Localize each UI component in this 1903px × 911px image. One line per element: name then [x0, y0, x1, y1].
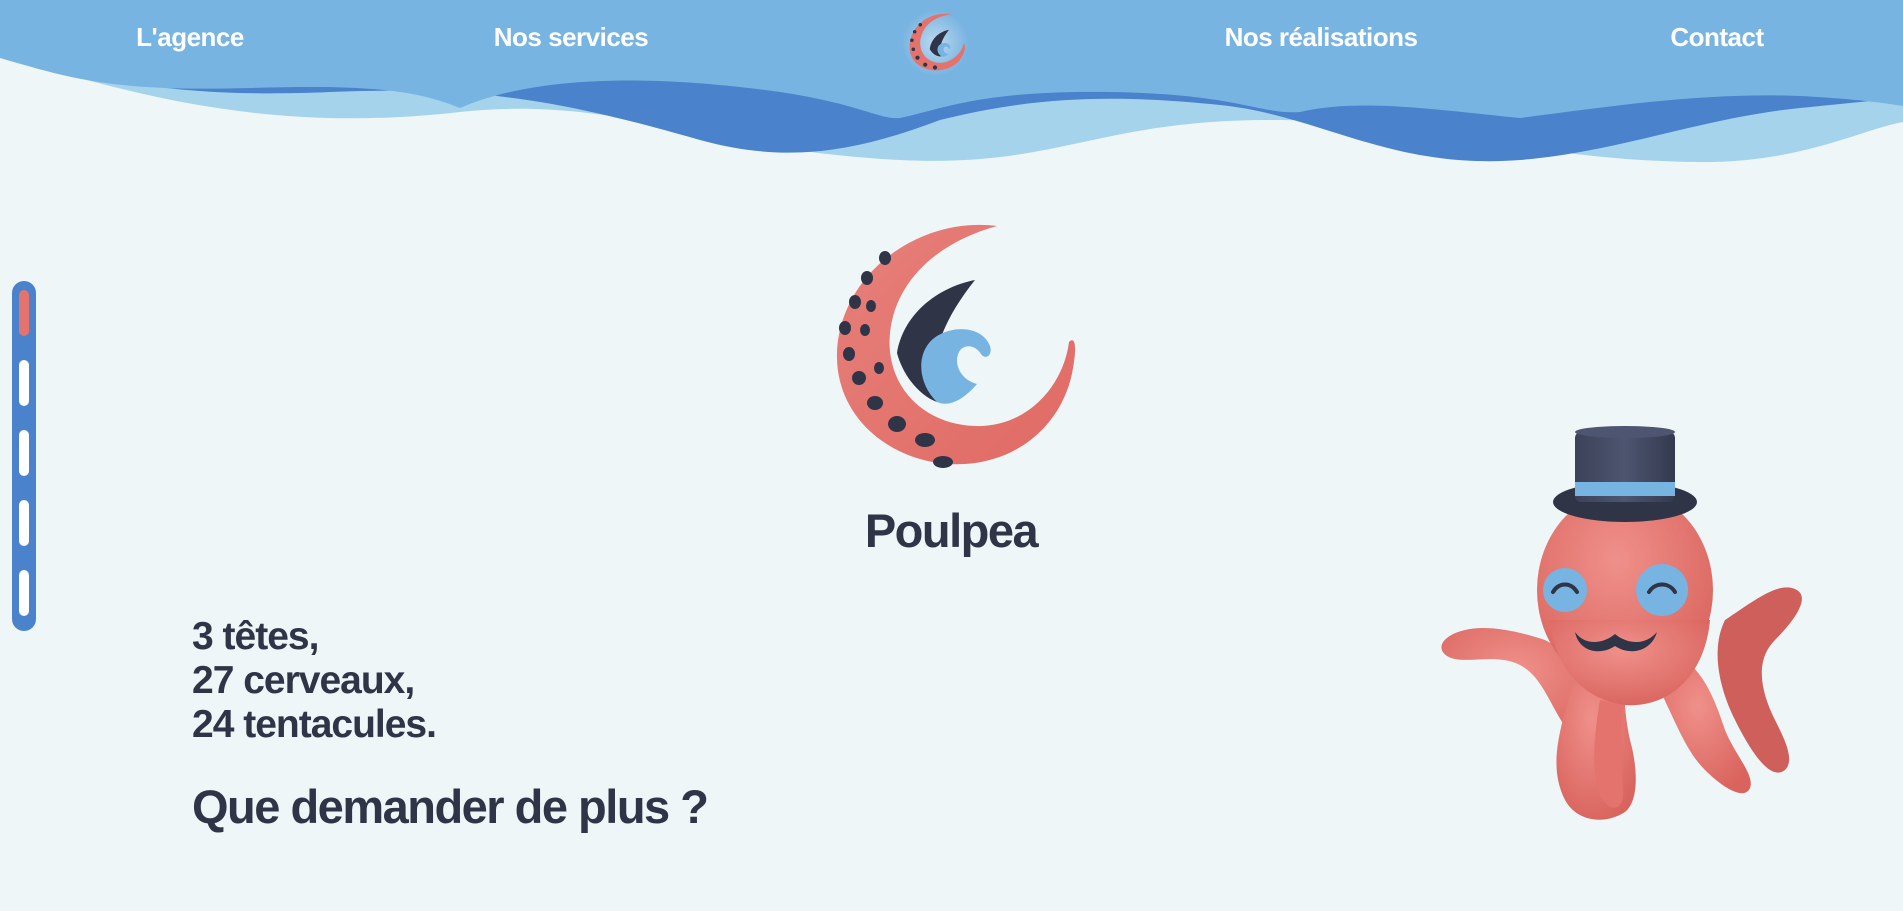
- nav-link-agence[interactable]: L'agence: [136, 22, 244, 53]
- tagline: 3 têtes, 27 cerveaux, 24 tentacules.: [192, 615, 437, 747]
- nav-link-realisations[interactable]: Nos réalisations: [1225, 22, 1418, 53]
- octopus-top-hat-mascot: [1441, 426, 1802, 820]
- slide-dot-1[interactable]: [19, 290, 29, 336]
- slide-dot-2[interactable]: [19, 360, 29, 406]
- tagline-line-3: 24 tentacules.: [192, 703, 437, 746]
- nav-link-services[interactable]: Nos services: [494, 22, 649, 53]
- slide-dot-5[interactable]: [19, 570, 29, 616]
- slide-dot-4[interactable]: [19, 500, 29, 546]
- poulpea-logo-icon[interactable]: [900, 8, 970, 78]
- main-nav: L'agence Nos services Nos réalisations C…: [0, 0, 1903, 80]
- tagline-question: Que demander de plus ?: [192, 780, 709, 833]
- brand-name: Poulpea: [864, 504, 1039, 557]
- octopus-tentacle-wave-icon: [836, 224, 1076, 468]
- nav-link-contact[interactable]: Contact: [1670, 22, 1764, 53]
- tagline-line-1: 3 têtes,: [192, 615, 319, 658]
- page: L'agence Nos services Nos réalisations C…: [0, 0, 1903, 911]
- slide-dot-3[interactable]: [19, 430, 29, 476]
- tagline-line-2: 27 cerveaux,: [192, 659, 415, 702]
- slide-navigation: [12, 281, 36, 631]
